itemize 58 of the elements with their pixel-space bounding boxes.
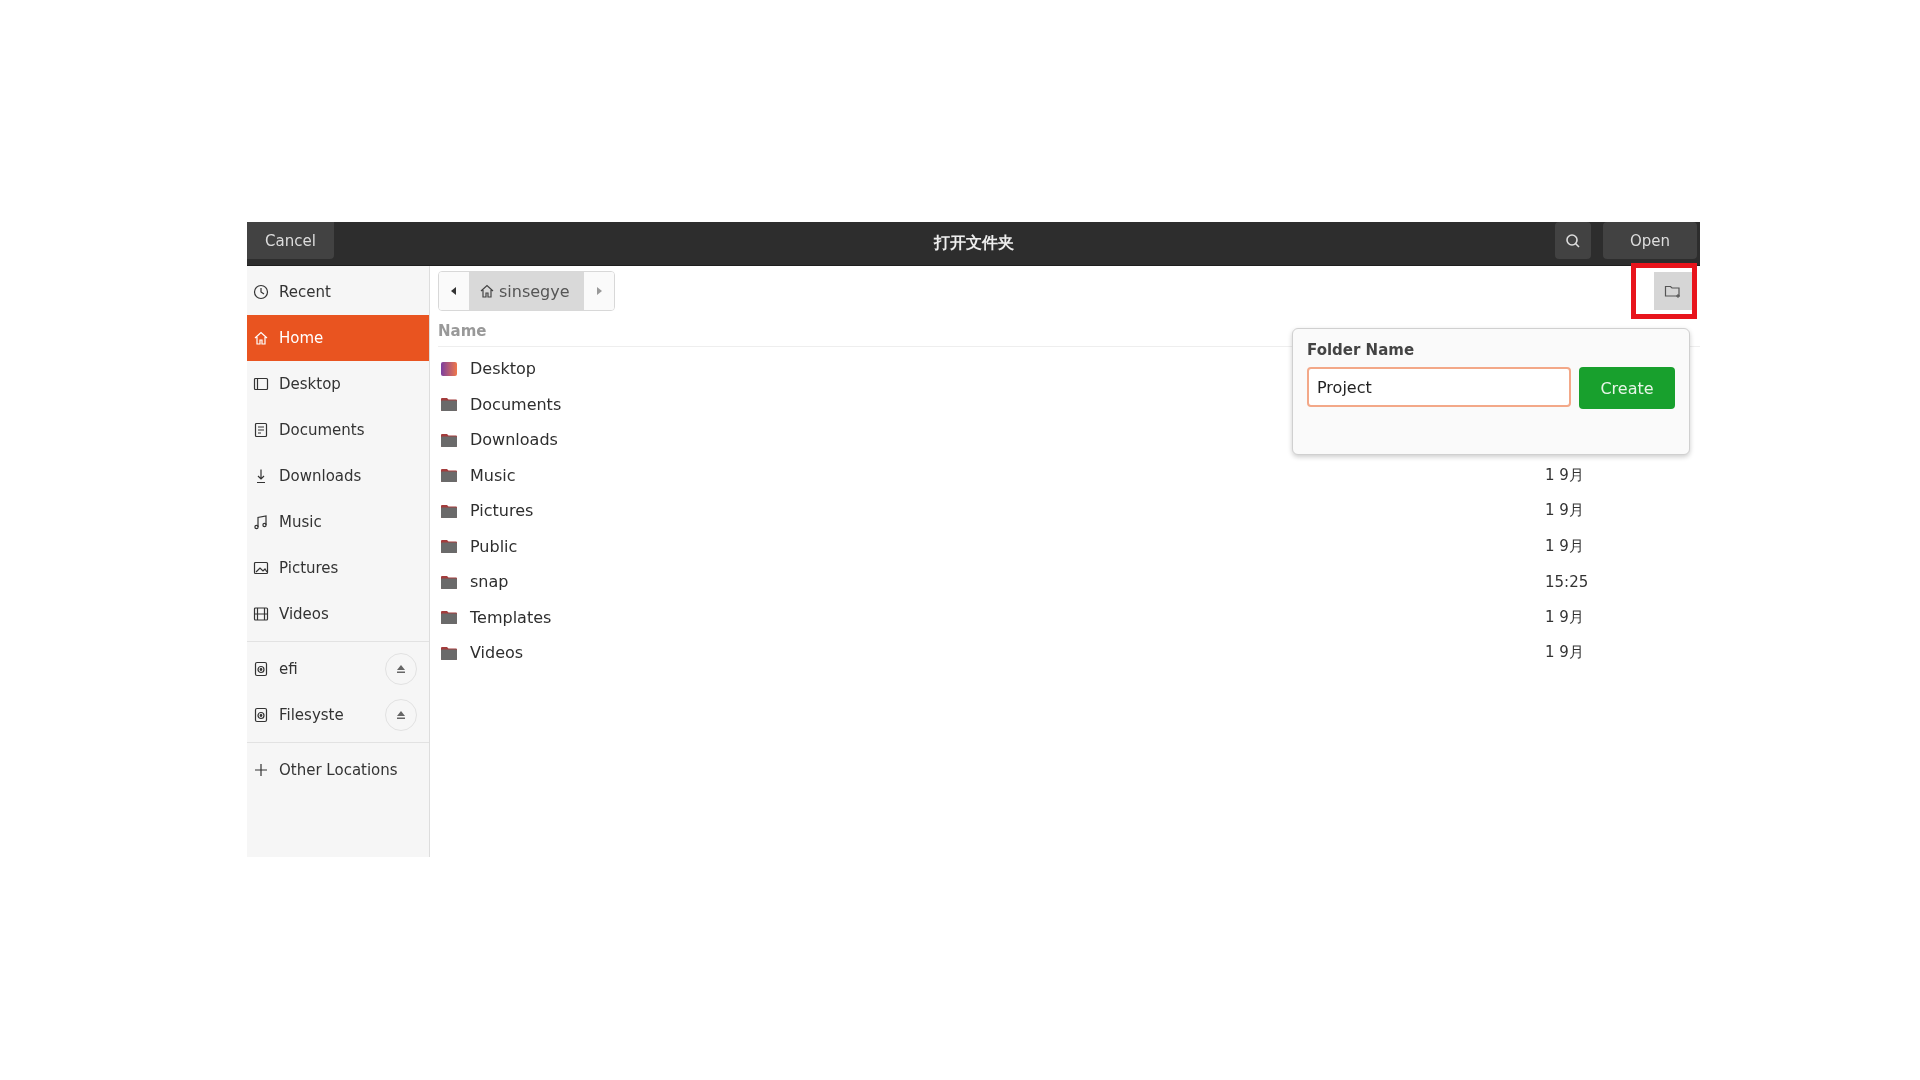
modified-date: 1 9月 [1545,643,1585,663]
folder-plus-icon [1664,283,1682,299]
documents-icon [253,422,269,438]
modified-date: 1 9月 [1545,501,1585,521]
desktop-icon [253,376,269,392]
drive-item[interactable]: Filesyste [247,692,429,738]
eject-icon [396,664,406,674]
other-locations-item[interactable]: Other Locations [247,747,429,793]
sidebar-item[interactable]: Pictures [247,545,429,591]
right-triangle-icon [594,286,603,296]
cancel-button[interactable]: Cancel [247,222,334,259]
folder-icon [440,502,458,519]
drive-item[interactable]: efi [247,646,429,692]
home-icon [253,330,269,346]
open-button[interactable]: Open [1603,222,1697,259]
folder-icon [440,360,458,377]
plus-icon [253,762,269,778]
folder-icon [440,467,458,484]
recent-icon [253,284,269,300]
modified-date: 1 9月 [1545,607,1585,627]
file-name: Downloads [470,430,559,450]
file-name: Videos [470,643,525,663]
folder-icon [440,609,458,626]
modified-date: 1 9月 [1545,536,1585,556]
file-name: Desktop [470,359,537,379]
window-title: 打开文件夹 [932,233,1015,254]
search-button[interactable] [1555,222,1591,259]
eject-icon [396,710,406,720]
sidebar-item[interactable]: Documents [247,407,429,453]
sidebar-item[interactable]: Music [247,499,429,545]
file-name: Documents [470,394,563,414]
modified-date: 15:25 [1545,572,1590,591]
folder-icon [440,573,458,590]
folder-icon [440,431,458,448]
file-name: Public [470,536,519,556]
drive-icon [253,661,269,677]
music-icon [253,514,269,530]
file-name: Pictures [470,501,535,521]
path-segment[interactable]: sinsegye [469,272,584,310]
folder-icon [440,396,458,413]
sidebar-item[interactable]: Recent [247,269,429,315]
sidebar-item[interactable]: Home [247,315,429,361]
sidebar-item[interactable]: Downloads [247,453,429,499]
videos-icon [253,606,269,622]
folder-icon [440,538,458,555]
file-name: Templates [470,607,553,627]
left-triangle-icon [450,286,458,296]
drive-icon [253,707,269,723]
sidebar-item[interactable]: Desktop [247,361,429,407]
home-icon [479,283,495,299]
search-icon [1565,232,1581,249]
file-name: Music [470,465,517,485]
file-name: snap [470,572,510,592]
modified-date: 1 9月 [1545,465,1585,485]
sidebar-item[interactable]: Videos [247,591,429,637]
folder-name-field[interactable]: Project [1307,367,1571,407]
pictures-icon [253,560,269,576]
folder-icon [440,644,458,661]
